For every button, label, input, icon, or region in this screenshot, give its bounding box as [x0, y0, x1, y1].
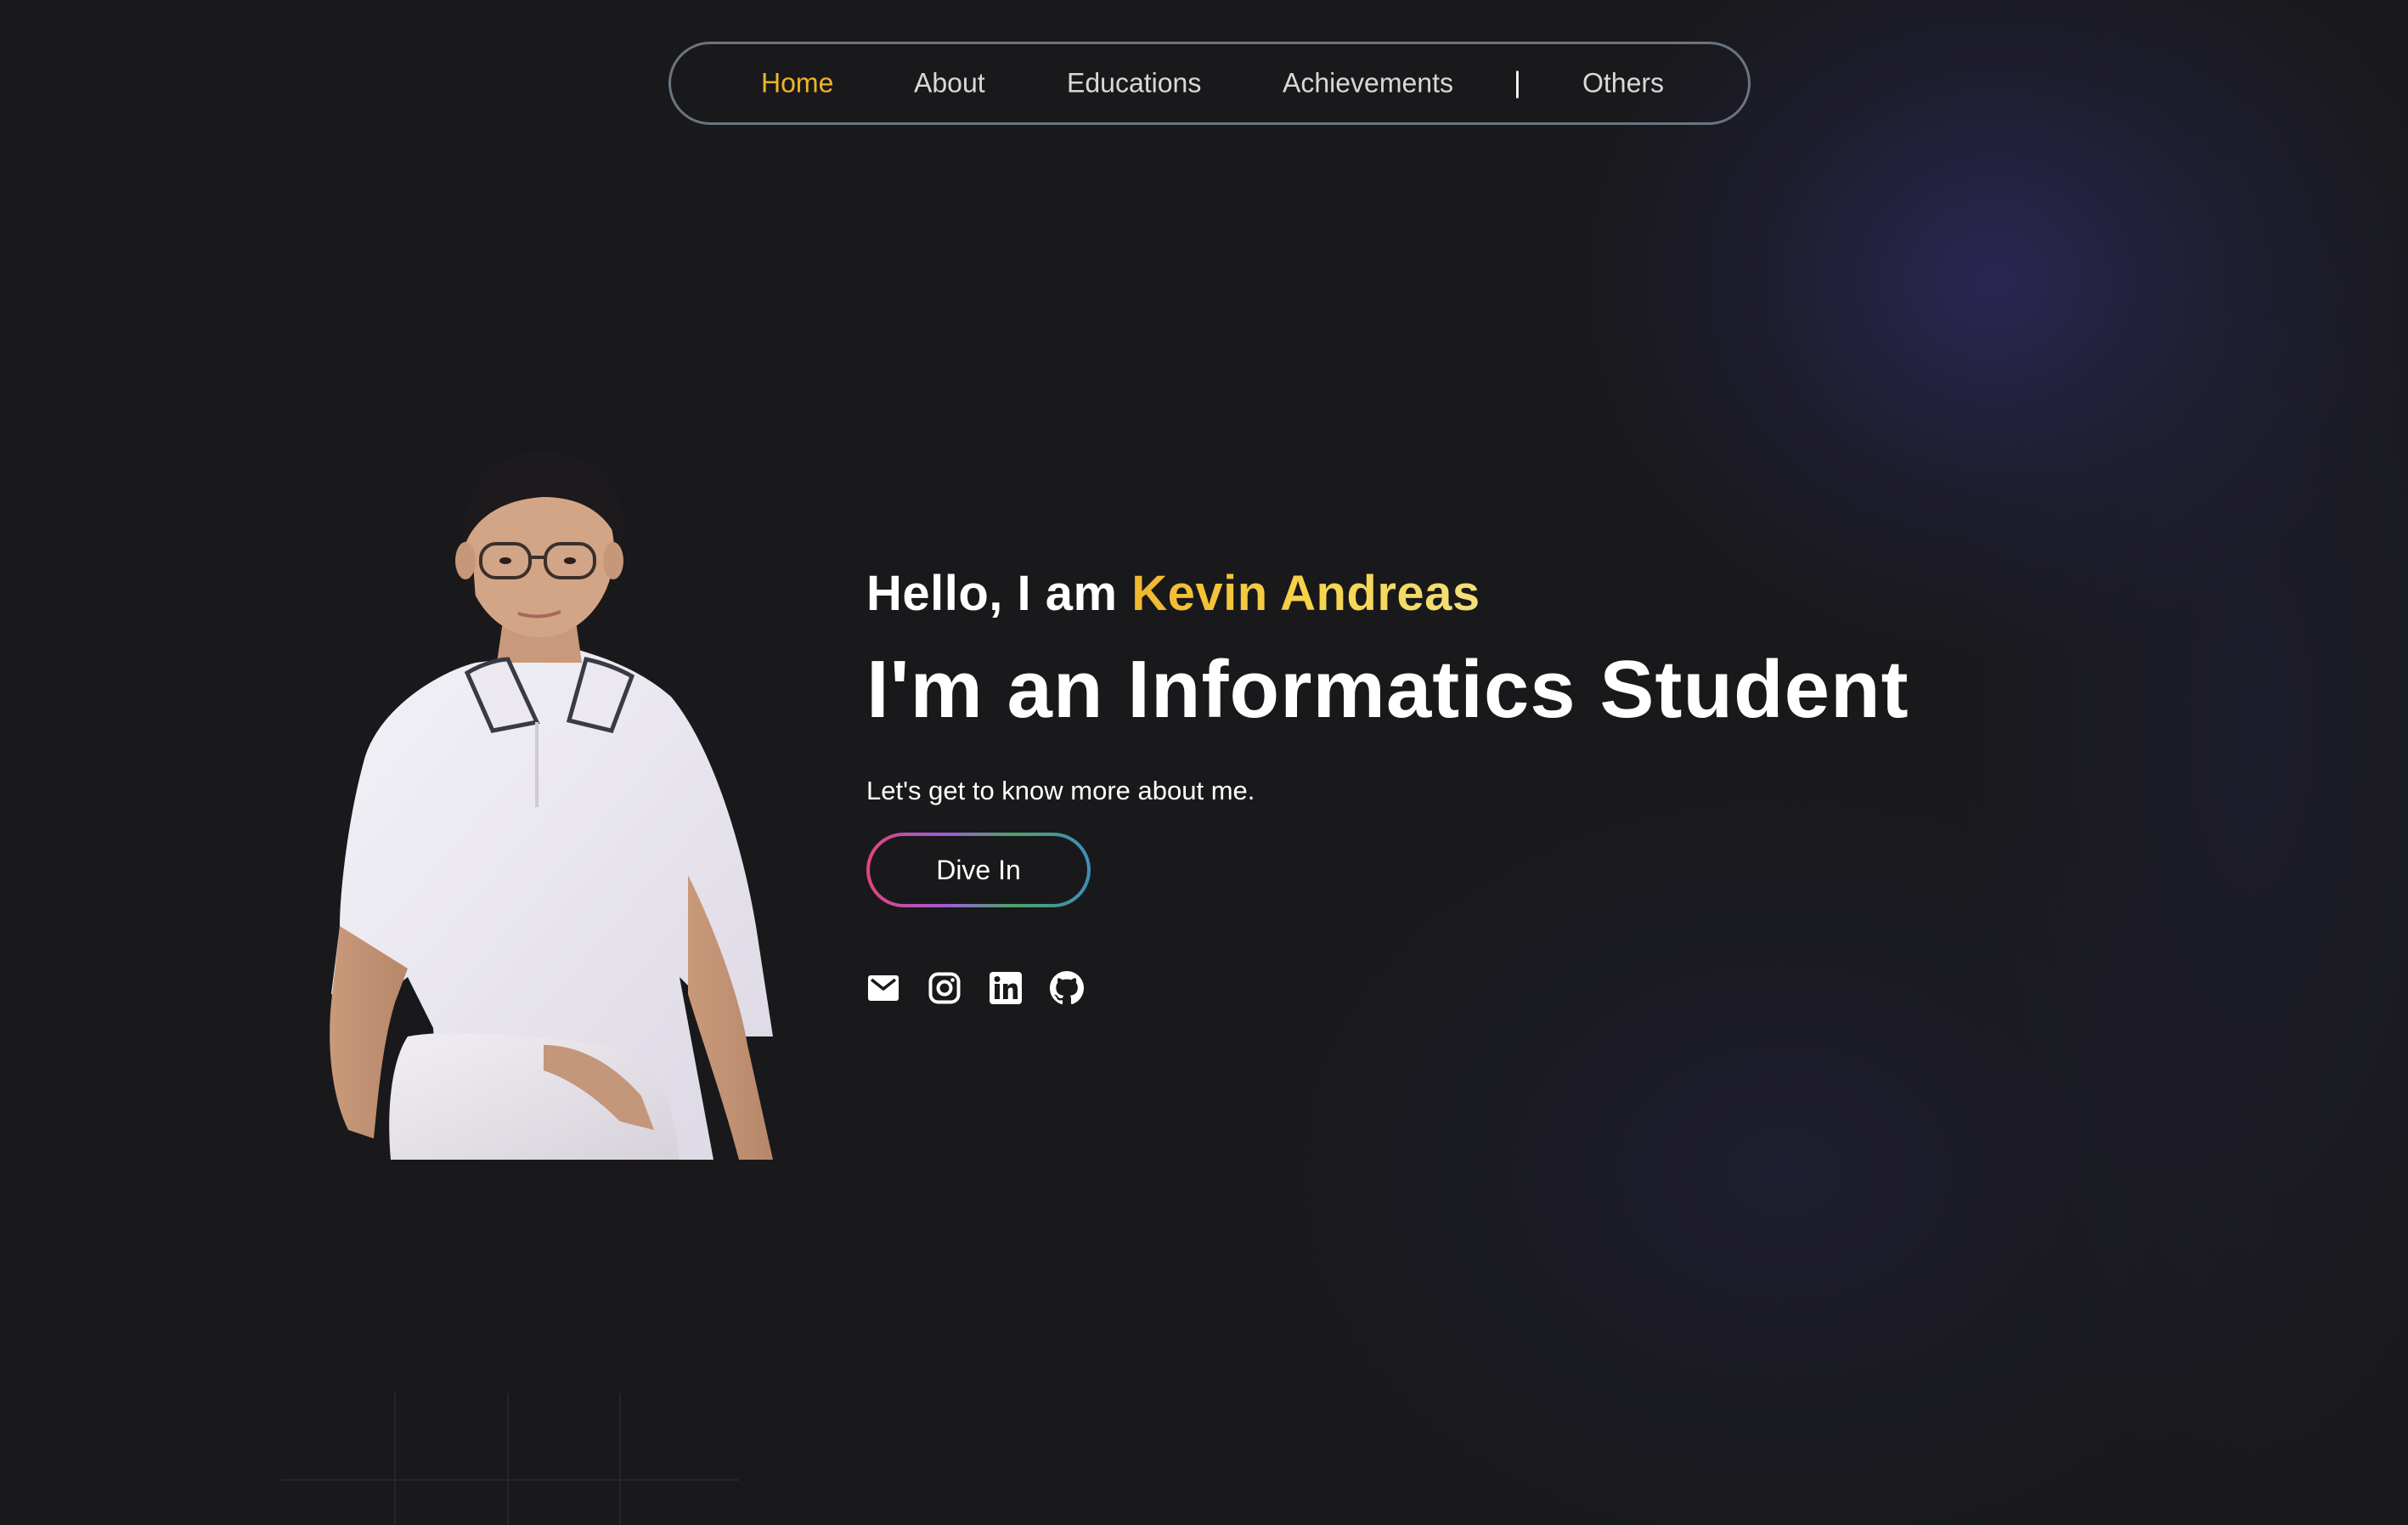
background-glow-right	[1954, 0, 2408, 1525]
nav-item-home[interactable]: Home	[761, 68, 833, 99]
role-heading: I'm an Informatics Student	[866, 644, 1909, 735]
nav-separator: |	[1514, 66, 1521, 99]
social-links	[866, 971, 1084, 1005]
github-icon[interactable]	[1050, 971, 1084, 1005]
owner-name: Kevin Andreas	[1131, 566, 1480, 621]
tagline-text: Let's get to know more about me.	[866, 776, 1255, 805]
nav-item-others[interactable]: Others	[1582, 68, 1664, 99]
nav-item-achievements[interactable]: Achievements	[1283, 68, 1453, 99]
greeting-prefix: Hello, I am	[866, 566, 1132, 621]
dive-in-button-label: Dive In	[870, 836, 1087, 904]
greeting-heading: Hello, I am Kevin Andreas	[866, 565, 1480, 622]
dive-in-button[interactable]: Dive In	[866, 833, 1091, 907]
profile-photo	[330, 451, 773, 1160]
instagram-icon[interactable]	[928, 971, 962, 1005]
mail-icon[interactable]	[866, 971, 900, 1005]
nav-item-educations[interactable]: Educations	[1067, 68, 1201, 99]
linkedin-icon[interactable]	[989, 971, 1023, 1005]
top-navigation: Home About Educations Achievements | Oth…	[668, 42, 1751, 125]
page: Home About Educations Achievements | Oth…	[0, 0, 2408, 1525]
background-grid	[280, 1393, 739, 1525]
nav-item-about[interactable]: About	[914, 68, 985, 99]
background-glow-bottom	[1232, 748, 2336, 1525]
